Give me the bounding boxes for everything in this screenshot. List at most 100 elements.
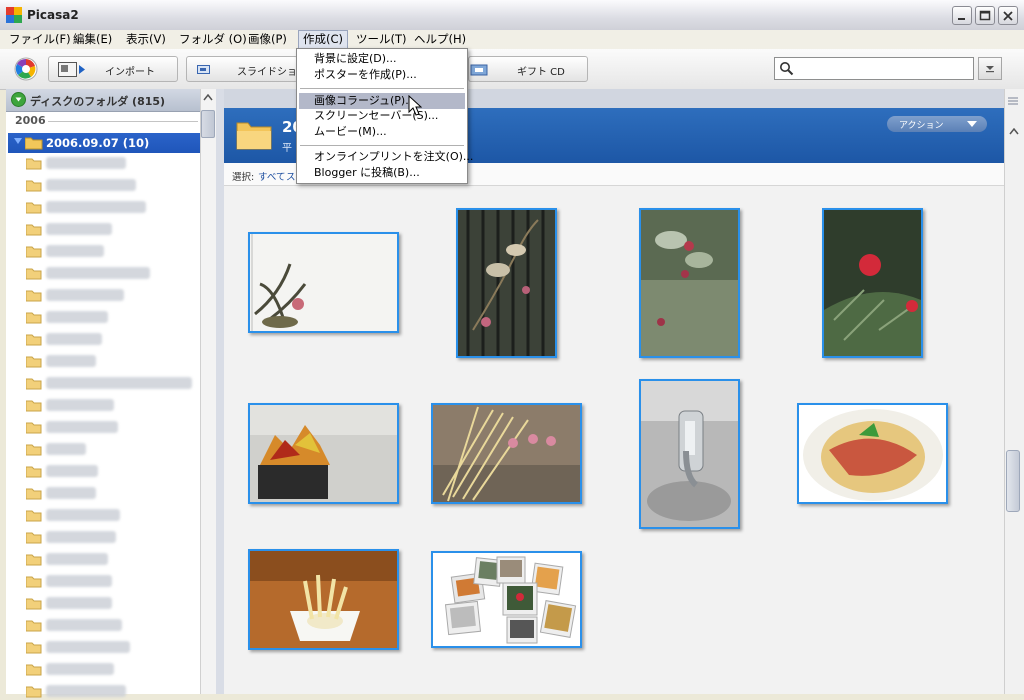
menu-view[interactable]: 表示(V) xyxy=(122,30,170,49)
folder-list-scrollbar[interactable] xyxy=(200,89,217,694)
photo-thumbnail[interactable] xyxy=(797,403,948,504)
scroll-up-icon[interactable] xyxy=(1009,128,1019,136)
select-all-link[interactable]: すべて xyxy=(258,169,285,183)
folder-label xyxy=(46,399,114,411)
search-options-button[interactable] xyxy=(978,57,1002,80)
folder-item[interactable] xyxy=(26,398,196,414)
photo-thumbnail[interactable] xyxy=(639,379,740,529)
slideshow-button[interactable]: スライドショー xyxy=(186,56,307,82)
menu-file[interactable]: ファイル(F) xyxy=(5,30,75,49)
menu-tools[interactable]: ツール(T) xyxy=(352,30,411,49)
folder-item[interactable] xyxy=(26,442,196,458)
folder-item[interactable] xyxy=(26,332,196,348)
folder-label xyxy=(46,245,104,257)
menu-movie[interactable]: ムービー(M)... xyxy=(314,124,387,140)
menu-help[interactable]: ヘルプ(H) xyxy=(410,30,470,49)
folder-item[interactable] xyxy=(26,354,196,370)
folder-item[interactable] xyxy=(26,464,196,480)
menu-make-poster[interactable]: ポスターを作成(P)... xyxy=(314,67,417,83)
menu-order-prints[interactable]: オンラインプリントを注文(O)... xyxy=(314,149,473,165)
folder-label xyxy=(46,641,130,653)
folder-icon xyxy=(26,510,42,522)
folder-icon xyxy=(25,137,43,150)
folder-subtitle: 平 xyxy=(282,143,292,154)
folder-list-scroll-thumb[interactable] xyxy=(201,110,215,138)
folder-item[interactable] xyxy=(26,552,196,568)
photo-thumbnail[interactable] xyxy=(639,208,740,358)
folder-item[interactable] xyxy=(26,178,196,194)
library-scrollbar[interactable] xyxy=(1004,89,1024,694)
select-starred-link[interactable]: ス xyxy=(286,169,296,183)
folder-icon xyxy=(26,488,42,500)
folder-item[interactable] xyxy=(26,508,196,524)
folder-icon xyxy=(26,422,42,434)
folder-label xyxy=(46,487,96,499)
photo-thumbnail[interactable] xyxy=(248,232,399,333)
folder-item[interactable] xyxy=(26,266,196,282)
menu-set-desktop[interactable]: 背景に設定(D)... xyxy=(314,51,397,67)
photo-thumbnail[interactable] xyxy=(248,403,399,504)
cursor-icon xyxy=(408,95,422,116)
chevron-down-icon xyxy=(967,121,977,127)
folder-item[interactable] xyxy=(26,156,196,172)
folder-item-label: 2006.09.07 (10) xyxy=(46,136,150,150)
close-button[interactable] xyxy=(998,6,1018,25)
folder-item[interactable] xyxy=(26,222,196,238)
minimize-button[interactable] xyxy=(952,6,972,25)
folder-item[interactable] xyxy=(26,420,196,436)
photo-thumbnail[interactable] xyxy=(248,549,399,650)
import-button[interactable]: インポート xyxy=(48,56,178,82)
folder-icon xyxy=(26,532,42,544)
folder-item[interactable] xyxy=(26,640,196,656)
year-divider xyxy=(48,121,198,122)
folder-item[interactable] xyxy=(26,244,196,260)
folder-item[interactable] xyxy=(26,662,196,678)
folder-label xyxy=(46,201,146,213)
folder-item[interactable] xyxy=(26,200,196,216)
folder-item[interactable] xyxy=(26,486,196,502)
folder-item[interactable] xyxy=(26,310,196,326)
library-scroll-thumb[interactable] xyxy=(1006,450,1020,512)
search-input[interactable] xyxy=(774,57,974,80)
folder-item[interactable] xyxy=(26,376,196,392)
folder-item[interactable] xyxy=(26,574,196,590)
folder-label xyxy=(46,619,122,631)
menu-create[interactable]: 作成(C) xyxy=(298,30,349,49)
menu-picture[interactable]: 画像(P) xyxy=(244,30,291,49)
scroll-grip-icon xyxy=(1008,97,1018,105)
folder-icon xyxy=(26,158,42,170)
photo-thumbnail[interactable] xyxy=(456,208,557,358)
folder-label xyxy=(46,531,116,543)
folder-icon xyxy=(26,312,42,324)
folder-label xyxy=(46,179,136,191)
folder-label xyxy=(46,157,126,169)
chevron-down-icon xyxy=(986,66,994,73)
folder-icon xyxy=(26,378,42,390)
photo-thumbnail[interactable] xyxy=(822,208,923,358)
gift-cd-button[interactable]: ギフト CD xyxy=(468,56,588,82)
year-label: 2006 xyxy=(15,114,46,127)
folder-item[interactable] xyxy=(26,684,196,700)
folder-item[interactable] xyxy=(26,288,196,304)
maximize-button[interactable] xyxy=(975,6,995,25)
photo-thumbnail[interactable] xyxy=(431,551,582,648)
expand-arrow-icon[interactable] xyxy=(14,138,22,146)
folder-icon xyxy=(26,444,42,456)
menu-blogger-post[interactable]: Blogger に投稿(B)... xyxy=(314,165,420,181)
folder-item[interactable] xyxy=(26,596,196,612)
menu-folder[interactable]: フォルダ (O) xyxy=(175,30,251,49)
menu-edit[interactable]: 編集(E) xyxy=(69,30,116,49)
folder-item[interactable] xyxy=(26,530,196,546)
folder-icon xyxy=(26,576,42,588)
picasa-logo-icon[interactable] xyxy=(14,57,38,81)
collapse-toggle-icon[interactable] xyxy=(11,92,26,107)
action-button[interactable]: アクション xyxy=(887,116,987,132)
panel-splitter[interactable] xyxy=(216,89,224,694)
folder-item[interactable] xyxy=(26,618,196,634)
photo-thumbnail[interactable] xyxy=(431,403,582,504)
menu-picture-collage[interactable]: 画像コラージュ(P)... xyxy=(314,93,416,109)
folder-label xyxy=(46,663,114,675)
import-icon xyxy=(58,62,85,77)
scroll-up-icon[interactable] xyxy=(203,94,213,102)
folder-label xyxy=(46,597,112,609)
